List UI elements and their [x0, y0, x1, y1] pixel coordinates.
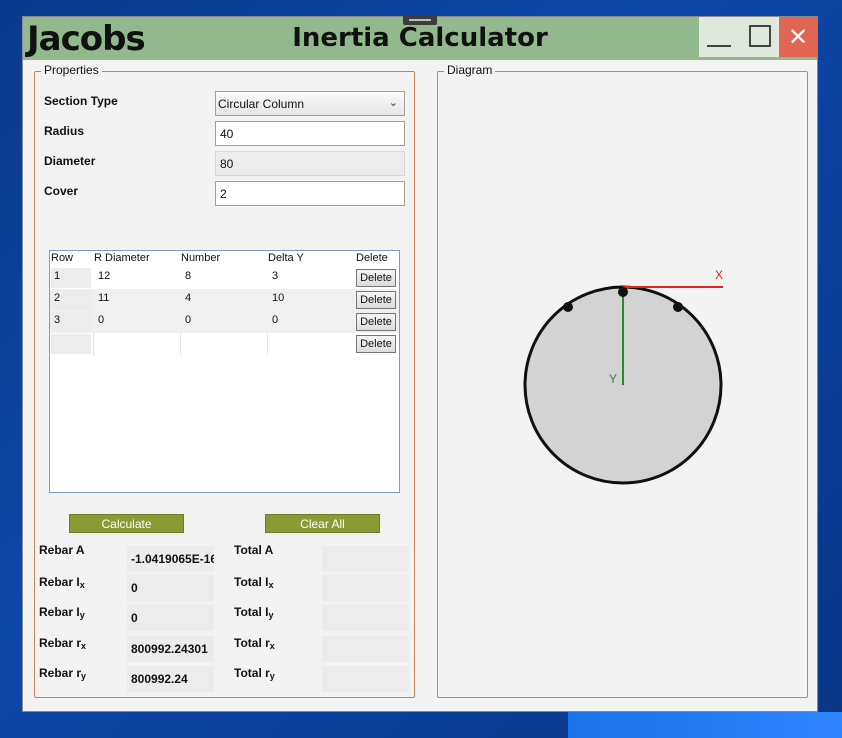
number-cell[interactable]: 0: [185, 314, 191, 326]
cell-separator: [180, 333, 181, 355]
rebar-a-value: -1.0419065E-16: [127, 546, 214, 572]
total-rx-label: Total rx: [234, 636, 275, 651]
rebar-iy-label: Rebar Iy: [39, 605, 85, 620]
rebar-rx-label: Rebar rx: [39, 636, 87, 651]
diameter-field: 80: [215, 151, 405, 176]
app-window: Jacobs Inertia Calculator ✕ Properties S…: [22, 15, 818, 712]
diameter-cell[interactable]: 11: [98, 292, 109, 304]
delete-row-button[interactable]: Delete: [356, 335, 396, 353]
total-ix-value: [322, 575, 409, 601]
minimize-button[interactable]: [699, 17, 739, 57]
diameter-cell[interactable]: 0: [98, 314, 104, 326]
rebar-rx-value: 800992.24301: [127, 636, 214, 662]
row-header[interactable]: [51, 334, 91, 354]
column-header-delete: Delete: [356, 252, 388, 264]
cell-separator: [267, 333, 268, 355]
total-rx-value: [322, 636, 409, 662]
x-axis-label: X: [715, 268, 723, 282]
number-cell[interactable]: 8: [185, 270, 191, 282]
total-a-value: [322, 546, 409, 572]
delta-y-cell[interactable]: 3: [272, 270, 278, 282]
rebar-ix-value: 0: [127, 575, 214, 601]
drag-handle-icon[interactable]: [403, 15, 437, 25]
total-ix-label: Total Ix: [234, 575, 274, 590]
total-iy-label: Total Iy: [234, 605, 274, 620]
row-number-cell: 1: [54, 270, 61, 282]
close-icon: ✕: [787, 24, 809, 51]
cover-label: Cover: [44, 184, 79, 198]
table-header: Row R Diameter Number Delta Y Delete: [50, 251, 399, 267]
column-header-delta-y: Delta Y: [268, 252, 304, 264]
rebar-ry-label: Rebar ry: [39, 666, 87, 681]
properties-group: Properties Section Type Circular Column …: [34, 63, 415, 698]
cover-input[interactable]: 2: [215, 181, 405, 206]
section-type-label: Section Type: [44, 94, 118, 108]
rebar-a-label: Rebar A: [39, 543, 85, 557]
table-row[interactable]: 1 12 8 3 Delete: [50, 267, 399, 289]
section-type-select[interactable]: Circular Column ⌄: [215, 91, 405, 116]
rebar-dot: [563, 302, 573, 312]
column-header-diameter: R Diameter: [94, 252, 150, 264]
clear-all-button[interactable]: Clear All: [265, 514, 380, 533]
rebar-iy-value: 0: [127, 605, 214, 631]
delete-row-button[interactable]: Delete: [356, 269, 396, 287]
window-title: Inertia Calculator: [292, 23, 548, 53]
diagram-group: Diagram X Y: [437, 63, 808, 698]
delta-y-cell[interactable]: 0: [272, 314, 278, 326]
calculate-button[interactable]: Calculate: [69, 514, 184, 533]
table-new-row[interactable]: Delete: [50, 333, 399, 355]
rebar-dot: [673, 302, 683, 312]
row-number-cell: 2: [54, 292, 61, 304]
y-axis-label: Y: [609, 372, 617, 386]
row-number-cell: 3: [54, 314, 61, 326]
chevron-down-icon: ⌄: [388, 97, 398, 109]
diameter-label: Diameter: [44, 154, 96, 168]
diameter-cell[interactable]: 12: [98, 270, 110, 282]
rebar-table[interactable]: Row R Diameter Number Delta Y Delete 1 1…: [49, 250, 400, 493]
total-ry-label: Total ry: [234, 666, 275, 681]
number-cell[interactable]: 4: [185, 292, 191, 304]
maximize-button[interactable]: [739, 17, 779, 57]
delta-y-cell[interactable]: 10: [272, 292, 284, 304]
table-row[interactable]: 3 0 0 0 Delete: [50, 311, 399, 333]
column-header-row: Row: [51, 252, 74, 264]
section-type-value: Circular Column: [218, 97, 305, 111]
cell-separator: [93, 333, 94, 355]
total-a-label: Total A: [234, 543, 274, 557]
rebar-ry-value: 800992.24: [127, 666, 214, 692]
rebar-dot: [618, 287, 628, 297]
title-bar[interactable]: Jacobs Inertia Calculator ✕: [23, 15, 817, 60]
delete-row-button[interactable]: Delete: [356, 291, 396, 309]
total-iy-value: [322, 605, 409, 631]
section-diagram: X Y: [523, 268, 723, 485]
properties-group-title: Properties: [41, 63, 102, 77]
radius-label: Radius: [44, 124, 85, 138]
column-header-number: Number: [181, 252, 221, 264]
delete-row-button[interactable]: Delete: [356, 313, 396, 331]
desktop-background: [568, 712, 842, 738]
radius-input[interactable]: 40: [215, 121, 405, 146]
rebar-ix-label: Rebar Ix: [39, 575, 85, 590]
table-row[interactable]: 2 11 4 10 Delete: [50, 289, 399, 311]
total-ry-value: [322, 666, 409, 692]
close-button[interactable]: ✕: [779, 17, 817, 57]
